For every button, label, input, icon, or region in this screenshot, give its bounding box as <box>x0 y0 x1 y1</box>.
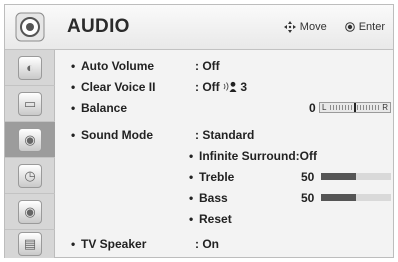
enter-hint-label: Enter <box>358 21 385 33</box>
setting-auto-volume[interactable]: • Auto Volume : Off <box>55 56 393 76</box>
setting-value: : Off 3 <box>195 80 248 94</box>
audio-icon: ◉ <box>18 127 42 152</box>
balance-scale[interactable]: L R <box>319 102 391 113</box>
clock-icon: ◷ <box>18 163 42 188</box>
setting-label: Sound Mode <box>81 128 153 142</box>
sidebar-item-picture[interactable]: ◐ <box>5 50 55 86</box>
setting-label: Bass <box>199 191 228 205</box>
balance-right-label: R <box>382 103 388 112</box>
setting-treble[interactable]: • Treble 50 <box>55 167 393 187</box>
setting-sound-mode[interactable]: • Sound Mode : Standard <box>55 125 393 145</box>
setting-bass[interactable]: • Bass 50 <box>55 188 393 208</box>
balance-left-label: L <box>322 103 327 112</box>
setting-label: TV Speaker <box>81 237 147 251</box>
category-sidebar: ◐ ▭ ◉ ◷ ◉ ▤ <box>5 50 55 258</box>
setting-label: Infinite Surround:Off <box>199 149 317 163</box>
treble-slider-fill <box>321 173 356 180</box>
setting-tv-speaker[interactable]: • TV Speaker : On <box>55 234 393 254</box>
voice-icon <box>223 81 237 92</box>
bass-value: 50 <box>301 191 315 205</box>
setting-label: Clear Voice II <box>81 80 156 94</box>
sidebar-item-screen[interactable]: ▭ <box>5 86 55 122</box>
screen-icon: ▭ <box>18 91 42 116</box>
header-icon-cell <box>5 5 55 49</box>
treble-value: 50 <box>301 170 315 184</box>
enter-ok-icon <box>344 22 355 32</box>
reset-button: Reset <box>199 212 232 226</box>
setting-label: Auto Volume <box>81 59 155 73</box>
setting-balance[interactable]: • Balance 0 L R <box>55 98 393 118</box>
setting-value: : Off <box>195 59 220 73</box>
sidebar-item-option[interactable]: ▤ <box>5 230 55 258</box>
setting-label: Treble <box>199 170 235 184</box>
move-hint-label: Move <box>299 21 327 33</box>
setting-value: : On <box>195 237 219 251</box>
audio-menu-panel: AUDIO Move Enter ◐ ▭ ◉ ◷ ◉ ▤ • Auto Volu… <box>4 4 394 258</box>
sidebar-item-audio[interactable]: ◉ <box>5 122 55 158</box>
navigation-hints: Move Enter <box>283 21 385 33</box>
bass-slider[interactable] <box>321 194 391 201</box>
setting-reset[interactable]: • Reset <box>55 209 393 229</box>
settings-list: • Auto Volume : Off • Clear Voice II : O… <box>55 50 393 258</box>
audio-icon <box>15 12 45 42</box>
setting-value: : Standard <box>195 128 255 142</box>
sidebar-item-time[interactable]: ◷ <box>5 158 55 194</box>
setting-label: Balance <box>81 101 128 115</box>
setting-infinite-surround[interactable]: • Infinite Surround:Off <box>55 146 393 166</box>
balance-value: 0 <box>309 101 316 115</box>
lock-icon: ◉ <box>18 199 42 224</box>
treble-slider[interactable] <box>321 173 391 180</box>
page-title: AUDIO <box>67 16 130 37</box>
option-icon: ▤ <box>18 232 42 256</box>
menu-header: AUDIO Move Enter <box>5 5 393 50</box>
sidebar-item-lock[interactable]: ◉ <box>5 194 55 230</box>
picture-icon: ◐ <box>18 55 42 80</box>
balance-marker <box>354 103 356 112</box>
setting-clear-voice[interactable]: • Clear Voice II : Off 3 <box>55 77 393 97</box>
bass-slider-fill <box>321 194 356 201</box>
move-arrows-icon <box>283 21 296 33</box>
